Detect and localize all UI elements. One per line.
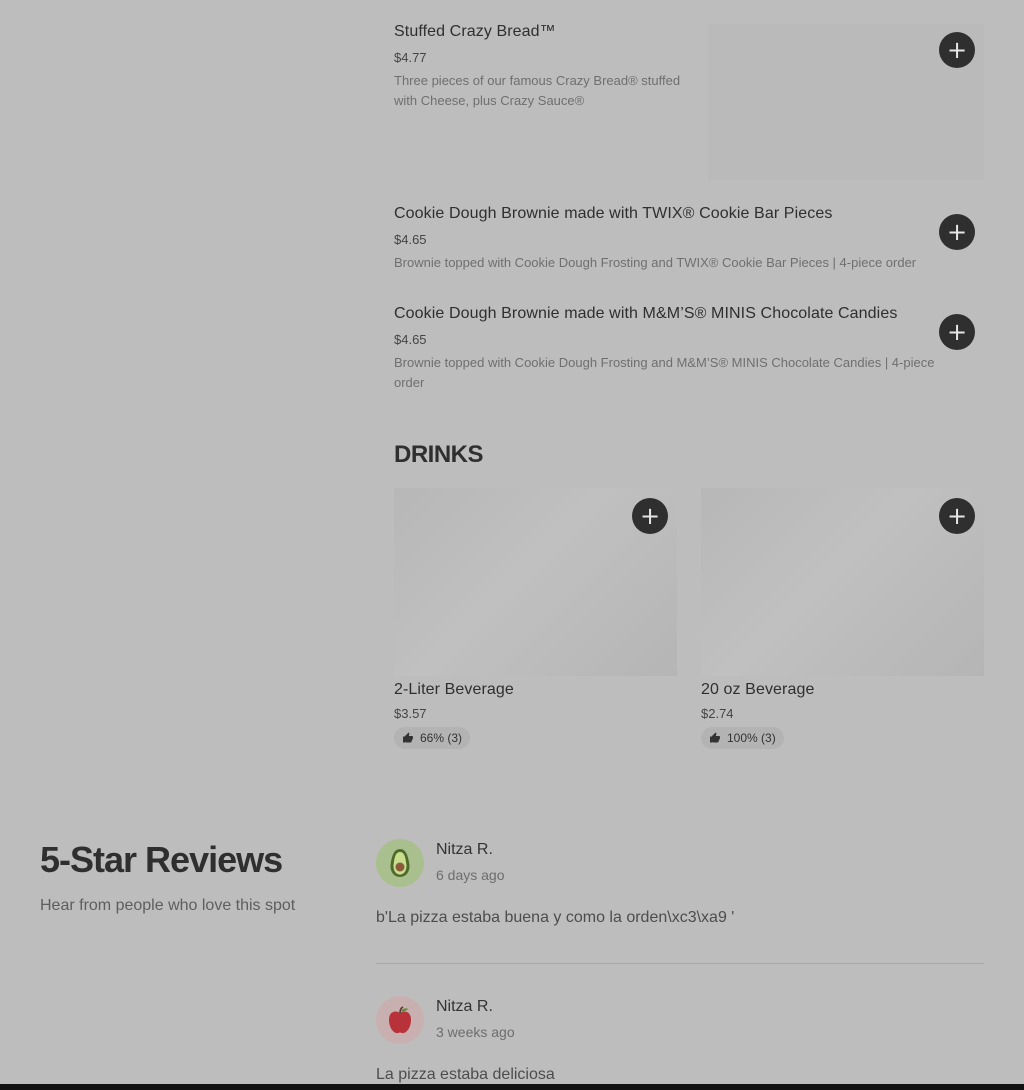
item-price: $4.65	[394, 232, 427, 247]
review-text: La pizza estaba deliciosa	[376, 1066, 555, 1083]
reviewer-name: Nitza R.	[436, 998, 493, 1015]
menu-item[interactable]: Cookie Dough Brownie made with TWIX® Coo…	[394, 202, 984, 282]
review-date: 3 weeks ago	[436, 1024, 515, 1040]
rating-badge: 100% (3)	[701, 727, 784, 749]
avatar	[376, 839, 424, 887]
review-date: 6 days ago	[436, 867, 505, 883]
avocado-icon	[390, 849, 410, 877]
drink-price: $3.57	[394, 706, 427, 721]
add-button[interactable]: +	[939, 314, 975, 350]
thumbs-up-icon	[403, 732, 413, 743]
menu-item[interactable]: Cookie Dough Brownie made with M&M’S® MI…	[394, 302, 984, 402]
item-description: Three pieces of our famous Crazy Bread® …	[394, 73, 681, 108]
drink-price: $2.74	[701, 706, 734, 721]
item-price: $4.65	[394, 332, 427, 347]
avatar	[376, 996, 424, 1044]
rating-text: 100% (3)	[727, 731, 776, 745]
drink-title: 2-Liter Beverage	[394, 681, 514, 698]
review: Nitza R. 6 days ago b'La pizza estaba bu…	[376, 839, 984, 965]
rating-badge: 66% (3)	[394, 727, 471, 749]
item-price: $4.77	[394, 50, 427, 65]
reviewer-name: Nitza R.	[436, 841, 493, 858]
item-title: Cookie Dough Brownie made with TWIX® Coo…	[394, 205, 833, 222]
menu-item[interactable]: Stuffed Crazy Bread™ $4.77 Three pieces …	[394, 20, 984, 180]
item-description: Brownie topped with Cookie Dough Frostin…	[394, 355, 935, 390]
add-button[interactable]: +	[939, 498, 975, 534]
item-description: Brownie topped with Cookie Dough Frostin…	[394, 255, 917, 270]
reviews-title: 5-Star Reviews	[40, 839, 283, 880]
reviews-subtitle: Hear from people who love this spot	[40, 897, 296, 914]
rating-text: 66% (3)	[420, 731, 463, 745]
add-button[interactable]: +	[632, 498, 668, 534]
add-button[interactable]: +	[939, 214, 975, 250]
thumbs-up-icon	[710, 732, 720, 743]
apple-icon	[389, 1006, 411, 1034]
drink-card[interactable]: + 2-Liter Beverage $3.57 66% (3)	[394, 488, 677, 753]
review: Nitza R. 3 weeks ago La pizza estaba del…	[376, 996, 984, 1090]
drink-card[interactable]: + 20 oz Beverage $2.74 100% (3)	[701, 488, 984, 753]
section-title-drinks: DRINKS	[394, 441, 484, 468]
add-button[interactable]: +	[939, 32, 975, 68]
review-text: b'La pizza estaba buena y como la orden\…	[376, 909, 735, 926]
divider	[376, 963, 984, 964]
drink-title: 20 oz Beverage	[701, 681, 815, 698]
item-title: Cookie Dough Brownie made with M&M’S® MI…	[394, 305, 898, 322]
bottom-edge	[0, 1084, 1024, 1090]
item-title: Stuffed Crazy Bread™	[394, 23, 556, 40]
